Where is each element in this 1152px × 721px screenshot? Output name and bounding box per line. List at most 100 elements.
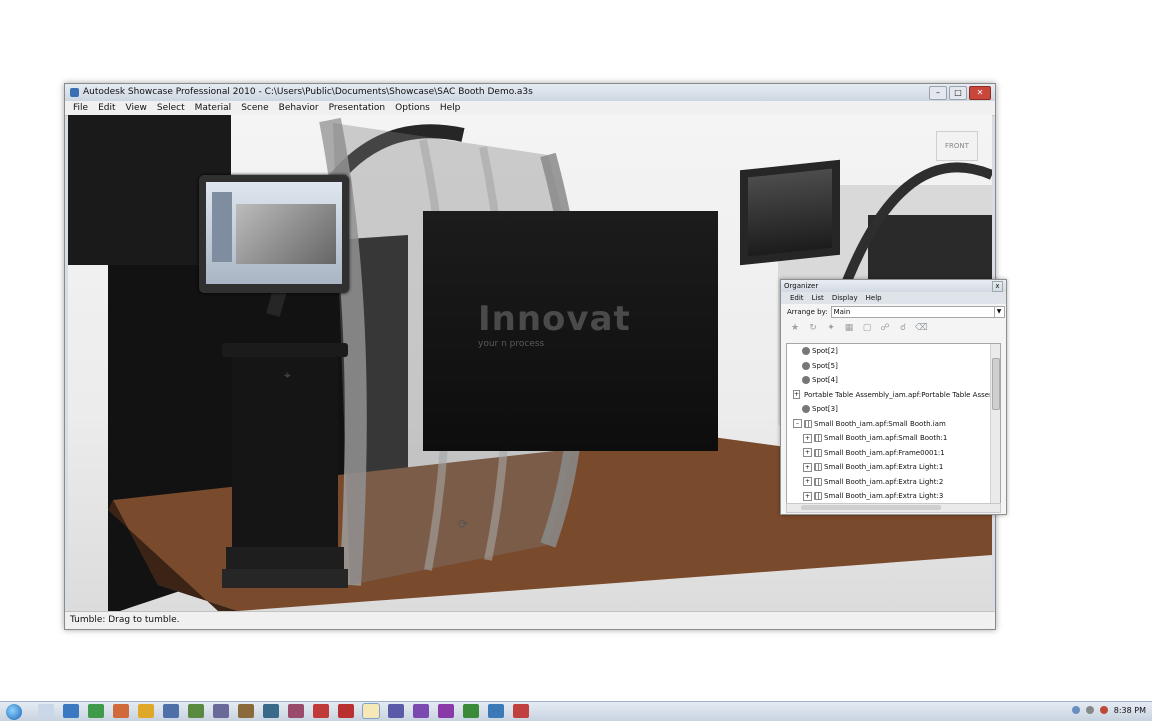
maximize-button[interactable]: □ (949, 86, 967, 100)
showcase-taskbar-icon[interactable] (362, 703, 380, 719)
showcase-app-icon (70, 88, 79, 97)
menu-view[interactable]: View (121, 101, 152, 115)
minimize-button[interactable]: – (929, 86, 947, 100)
arrange-by-select[interactable]: Main ▼ (830, 306, 1005, 318)
menu-file[interactable]: File (68, 101, 93, 115)
taskbar-icons (38, 703, 529, 719)
organizer-tree: Spot[2] Spot[5] Spot[4] + Portable Table Ass… (786, 343, 1001, 505)
tree-item[interactable]: + Small Booth_iam.apf:Small Booth:1 (787, 431, 1000, 446)
tree-item[interactable]: + Portable Table Assembly_iam.apf:Portabl… (787, 388, 1000, 403)
organizer-close-button[interactable]: x (992, 281, 1003, 292)
explorer-icon[interactable] (38, 704, 54, 718)
tree-item[interactable]: + Small Booth_iam.apf:Extra Light:1 (787, 460, 1000, 475)
tree-item-label: Spot[3] (812, 405, 838, 413)
menu-help[interactable]: Help (435, 101, 466, 115)
wand-icon[interactable]: ★ (789, 323, 801, 333)
kiosk-screen-panel (212, 192, 232, 262)
chevron-down-icon[interactable]: ▼ (993, 307, 1004, 317)
app-icon-18[interactable] (513, 704, 529, 718)
assembly-icon (814, 492, 822, 501)
taskbar: 8:38 PM (0, 701, 1152, 721)
tree-item[interactable]: – Small Booth_iam.apf:Small Booth.iam (787, 417, 1000, 432)
app-icon-3[interactable] (113, 704, 129, 718)
app-icon-17[interactable] (488, 704, 504, 718)
tree-item-label: Portable Table Assembly_iam.apf:Portable… (804, 390, 1001, 399)
expand-toggle-icon[interactable]: + (803, 462, 812, 472)
menu-select[interactable]: Select (152, 101, 190, 115)
trash-icon[interactable]: ⌫ (915, 323, 928, 333)
organizer-horizontal-scroll-thumb[interactable] (801, 505, 941, 510)
app-icon-6[interactable] (188, 704, 204, 718)
status-bar: Tumble: Drag to tumble. (65, 611, 995, 629)
tree-item[interactable]: Spot[3] (787, 402, 1000, 417)
volume-icon[interactable] (1085, 706, 1094, 714)
app-icon-1[interactable] (63, 704, 79, 718)
assembly-icon (814, 477, 822, 486)
tree-item[interactable]: + Small Booth_iam.apf:Frame0001:1 (787, 446, 1000, 461)
organizer-horizontal-scrollbar[interactable] (786, 503, 1001, 513)
organizer-title-bar[interactable]: Organizer x (781, 280, 1006, 292)
menu-behavior[interactable]: Behavior (274, 101, 324, 115)
menu-material[interactable]: Material (190, 101, 237, 115)
rotate-icon[interactable]: ↻ (807, 323, 819, 333)
assembly-icon (814, 448, 822, 457)
assembly-icon (814, 434, 822, 443)
close-button[interactable]: ✕ (969, 86, 991, 100)
title-bar[interactable]: Autodesk Showcase Professional 2010 - C:… (65, 84, 995, 101)
organizer-vertical-scroll-thumb[interactable] (992, 358, 1000, 410)
app-icon-16[interactable] (463, 704, 479, 718)
app-icon-12[interactable] (338, 704, 354, 718)
organizer-menu-list[interactable]: List (808, 292, 828, 304)
organizer-menu-help[interactable]: Help (862, 292, 886, 304)
app-icon-2[interactable] (88, 704, 104, 718)
start-button[interactable] (6, 704, 22, 720)
app-icon-15[interactable] (438, 704, 454, 718)
unlink-icon[interactable]: ☌ (897, 323, 909, 333)
organizer-vertical-scrollbar[interactable] (990, 344, 1000, 504)
expand-toggle-icon[interactable]: + (803, 491, 812, 501)
organizer-menu-edit[interactable]: Edit (786, 292, 808, 304)
app-icon-13[interactable] (388, 704, 404, 718)
app-icon-9[interactable] (263, 704, 279, 718)
menu-options[interactable]: Options (390, 101, 435, 115)
app-icon-7[interactable] (213, 704, 229, 718)
view-cube[interactable]: FRONT (936, 131, 978, 161)
alert-icon[interactable] (1099, 706, 1108, 714)
menu-presentation[interactable]: Presentation (324, 101, 391, 115)
clock[interactable]: 8:38 PM (1114, 706, 1146, 715)
magic-icon[interactable]: ✦ (825, 323, 837, 333)
app-icon-14[interactable] (413, 704, 429, 718)
app-icon-4[interactable] (138, 704, 154, 718)
ungroup-icon[interactable]: ▢ (861, 323, 873, 333)
tumble-cursor-icon: ⌖ (284, 368, 291, 382)
network-icon[interactable] (1071, 706, 1080, 714)
spot-light-icon (802, 347, 810, 356)
menu-edit[interactable]: Edit (93, 101, 120, 115)
spot-light-icon (802, 361, 810, 370)
tree-item[interactable]: Spot[2] (787, 344, 1000, 359)
expand-toggle-icon[interactable]: – (793, 419, 802, 429)
app-icon-10[interactable] (288, 704, 304, 718)
app-icon-8[interactable] (238, 704, 254, 718)
menu-scene[interactable]: Scene (236, 101, 273, 115)
expand-toggle-icon[interactable]: + (803, 477, 812, 487)
link-icon[interactable]: ☍ (879, 323, 891, 333)
tree-item[interactable]: Spot[4] (787, 373, 1000, 388)
app-icon-11[interactable] (313, 704, 329, 718)
spot-light-icon (802, 376, 810, 385)
tree-item-label: Spot[5] (812, 361, 838, 370)
expand-toggle-icon[interactable]: + (803, 448, 812, 458)
expand-toggle-icon[interactable]: + (803, 433, 812, 443)
tree-item[interactable]: Spot[5] (787, 359, 1000, 374)
assembly-icon (814, 463, 822, 472)
app-icon-5[interactable] (163, 704, 179, 718)
tree-item[interactable]: + Small Booth_iam.apf:Extra Light:3 (787, 489, 1000, 504)
expand-toggle-icon[interactable]: + (793, 390, 801, 400)
group-icon[interactable]: ▦ (843, 323, 855, 333)
tree-item[interactable]: + Small Booth_iam.apf:Extra Light:2 (787, 475, 1000, 490)
booth-brand-text: Innovat (478, 299, 631, 339)
organizer-menu-display[interactable]: Display (828, 292, 862, 304)
organizer-toolbar: ★ ↻ ✦ ▦ ▢ ☍ ☌ ⌫ (781, 320, 1006, 336)
booth-tagline: your n process (478, 339, 545, 349)
